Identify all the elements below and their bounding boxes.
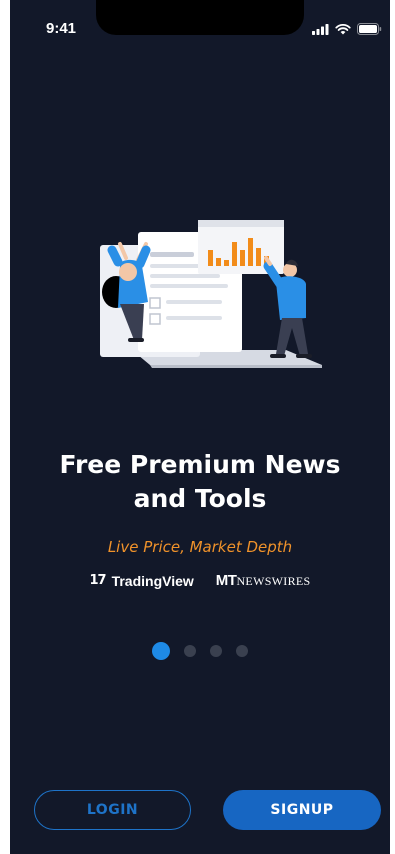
tradingview-name: TradingView <box>111 572 194 589</box>
onboarding-illustration <box>90 200 330 380</box>
onboarding-headline: Free Premium News and Tools <box>10 448 390 516</box>
page-dot-4[interactable] <box>236 645 248 657</box>
tradingview-mark: 17 <box>89 573 106 588</box>
mt-word: NEWSWIRES <box>236 574 311 588</box>
page-dot-2[interactable] <box>184 645 196 657</box>
signal-icon <box>312 23 329 35</box>
headline-line-1: Free Premium News <box>59 450 341 479</box>
tradingview-logo: 17 TradingView <box>89 573 193 589</box>
mt-newswires-logo: MT NEWSWIRES <box>216 572 311 589</box>
status-time: 9:41 <box>46 20 77 37</box>
headline-line-2: and Tools <box>133 484 267 513</box>
battery-icon <box>357 23 382 35</box>
page-dot-3[interactable] <box>210 645 222 657</box>
login-button[interactable]: LOGIN <box>34 790 191 830</box>
device-notch <box>96 0 304 35</box>
status-bar: 9:41 <box>10 0 390 44</box>
page-indicator <box>10 642 390 660</box>
mt-mark: MT <box>215 572 237 589</box>
wifi-icon <box>335 23 351 35</box>
signup-button[interactable]: SIGNUP <box>223 790 381 830</box>
onboarding-subline: Live Price, Market Depth <box>107 538 293 556</box>
partner-logos: 17 TradingView MT NEWSWIRES <box>10 572 390 589</box>
onboarding-screen: 9:41 Free Premium News and Tools Live Pr… <box>10 0 390 854</box>
page-dot-1[interactable] <box>152 642 170 660</box>
status-icons <box>312 23 382 35</box>
